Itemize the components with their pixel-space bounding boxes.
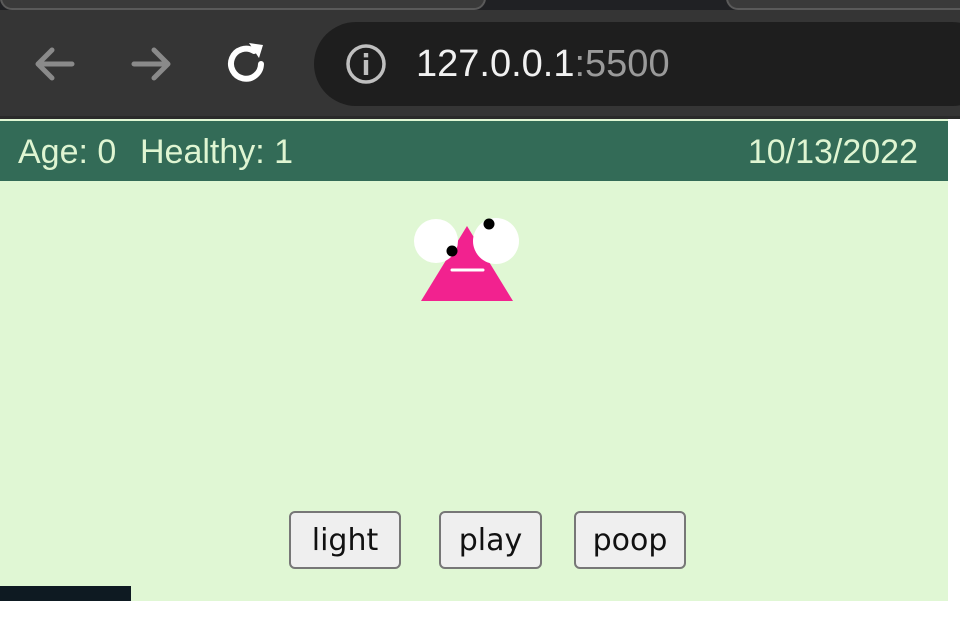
play-button[interactable]: play — [439, 511, 542, 569]
browser-toolbar: 127.0.0.1:5500 — [0, 10, 960, 118]
pet-creature — [414, 218, 519, 301]
page-viewport: Age: 0 Healthy: 1 10/13/2022 light play … — [0, 119, 960, 622]
arrow-right-icon — [131, 47, 171, 81]
game-area: Age: 0 Healthy: 1 10/13/2022 light play … — [0, 119, 948, 601]
age-label: Age: 0 — [18, 133, 117, 171]
dark-bar — [0, 586, 131, 601]
date-label: 10/13/2022 — [747, 133, 918, 171]
pet-right-eye — [473, 218, 519, 264]
healthy-label: Healthy: 1 — [140, 133, 294, 171]
pet-right-pupil — [483, 218, 495, 230]
pet-left-pupil — [446, 245, 458, 257]
poop-button[interactable]: poop — [574, 511, 686, 569]
reload-button[interactable] — [218, 36, 274, 92]
url-host: 127.0.0.1 — [416, 43, 575, 85]
tab-active[interactable] — [0, 0, 486, 10]
tab-strip — [0, 0, 960, 10]
light-button[interactable]: light — [289, 511, 401, 569]
arrow-left-icon — [35, 47, 75, 81]
forward-button[interactable] — [124, 36, 180, 92]
reload-icon — [228, 43, 264, 82]
address-bar[interactable]: 127.0.0.1:5500 — [314, 22, 960, 106]
back-button[interactable] — [26, 36, 82, 92]
url-port: :5500 — [574, 43, 670, 85]
url-text[interactable]: 127.0.0.1:5500 — [416, 42, 670, 86]
browser-chrome: 127.0.0.1:5500 — [0, 0, 960, 119]
tab-inactive[interactable] — [726, 0, 960, 10]
status-bar: Age: 0 Healthy: 1 10/13/2022 — [0, 121, 948, 181]
info-icon[interactable] — [344, 42, 388, 86]
